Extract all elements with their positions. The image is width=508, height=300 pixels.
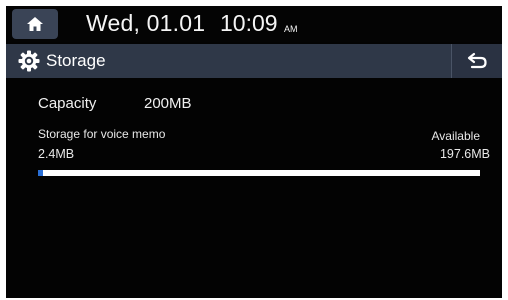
capacity-label: Capacity [38, 95, 97, 112]
title-bar: Storage [6, 44, 502, 78]
gear-icon [18, 50, 40, 72]
storage-usage-fill [38, 170, 43, 176]
status-bar: Wed, 01.01 10:09 AM [6, 6, 502, 42]
home-icon [27, 17, 43, 31]
back-button[interactable] [451, 44, 502, 78]
ampm-indicator: AM [284, 24, 298, 34]
date-display: Wed, 01.01 [86, 10, 206, 36]
capacity-value: 200MB [144, 95, 192, 112]
voice-memo-storage-label: Storage for voice memo [38, 127, 166, 141]
time-display: 10:09 [220, 10, 278, 36]
used-storage-value: 2.4MB [38, 147, 75, 161]
page-title: Storage [46, 51, 106, 70]
back-arrow-icon [467, 52, 487, 69]
home-button[interactable] [12, 9, 58, 39]
storage-usage-bar [38, 170, 480, 176]
head-unit-screen: Wed, 01.01 10:09 AM Storage Capacity 200… [6, 6, 502, 298]
available-label: Available [431, 129, 480, 143]
available-storage-value: 197.6MB [439, 147, 490, 161]
